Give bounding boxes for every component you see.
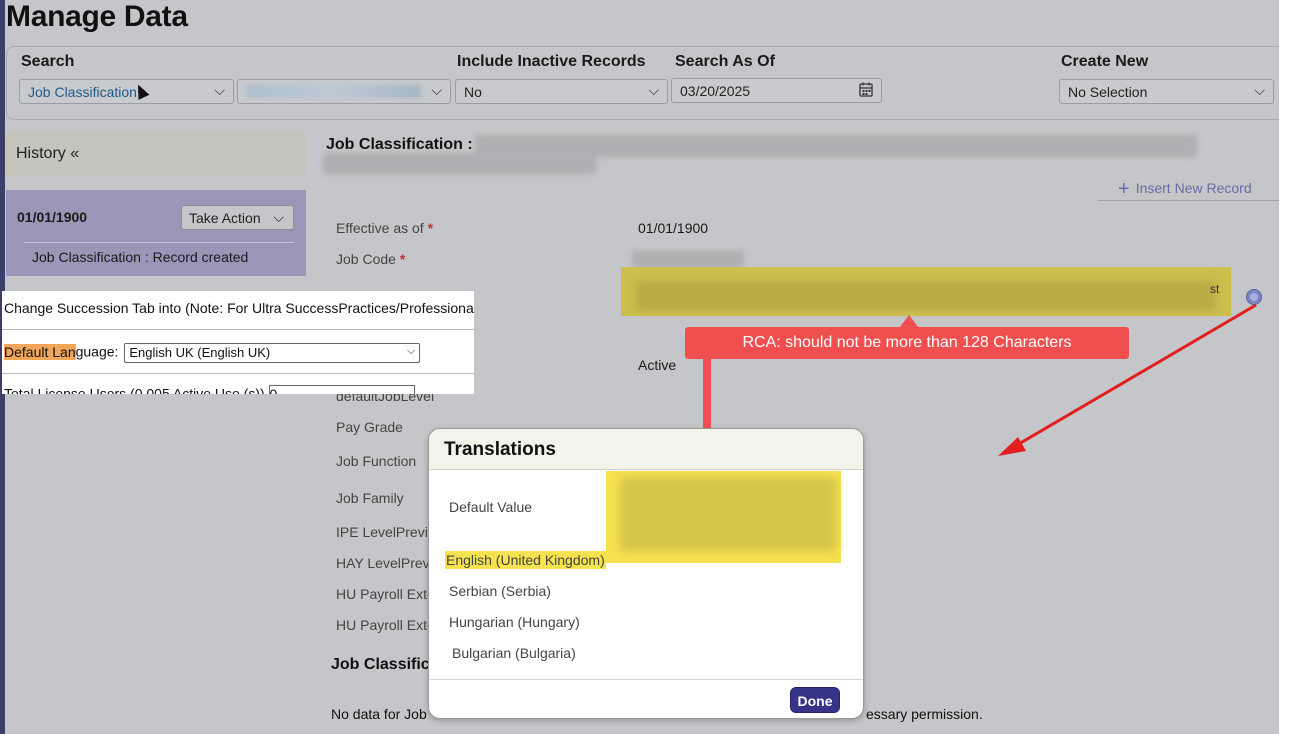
record-search-select[interactable]: ⌵ [237,79,451,104]
license-users-value: 0 [269,386,278,394]
job-function-label: Job Function [336,453,417,469]
language-label: English (United Kingdom) [445,551,606,569]
insert-new-record-link[interactable]: + Insert New Record [1118,178,1252,201]
divider [429,679,863,680]
include-inactive-select[interactable]: No ⌵ [455,79,668,104]
hay-level-label: HAY LevelPrevi [336,555,433,571]
default-value-label: Default Value [449,499,533,515]
language-en-gb[interactable]: English (United Kingdom) [445,551,606,569]
license-users-input[interactable]: 0 [268,385,415,394]
license-users-row: Total License Users (0.005 Active Use (s… [4,385,415,394]
form-header-title: Job Classification : [326,136,473,153]
chevron-down-icon: ⌵ [1254,82,1265,98]
divider [1098,200,1279,201]
redacted-name-value [636,281,1216,311]
ipe-level-label: IPE LevelPrevic [336,524,435,540]
modal-title: Translations [444,439,556,460]
chevron-down-icon: ⌵ [214,82,225,98]
chevron-down-icon: ⌵ [431,82,442,98]
history-record-card[interactable]: 01/01/1900 Take Action ⌵ Job Classificat… [6,190,306,276]
redacted-default-value [620,477,837,551]
pay-grade-label: Pay Grade [336,419,403,435]
default-language-row: Default Language: English UK (English UK… [4,343,421,363]
job-code-label: Job Code * [336,251,405,267]
record-note: Job Classification : Record created [32,249,249,265]
hu-payroll-label-2: HU Payroll Exte [336,617,435,633]
default-language-label: guage: [75,343,119,360]
truncated-text-fragment: st [1210,282,1220,296]
hu-payroll-label: HU Payroll Exte [336,586,435,602]
globe-icon[interactable] [1246,289,1262,305]
record-date: 01/01/1900 [17,209,88,225]
search-bar: Search Job Classification ⌵ ⌵ Include In… [6,46,1279,120]
divider [24,242,294,243]
default-language-select[interactable]: English UK (English UK) ⌵ [124,343,421,363]
language-bg-bg[interactable]: Bulgarian (Bulgaria) [452,645,576,661]
snippet-row-text: Change Succession Tab into (Note: For Ul… [4,300,474,316]
search-as-of-value: 03/20/2025 [680,83,751,99]
section-title: Job Classific [331,656,430,673]
no-data-message-end: essary permission. [866,706,983,722]
create-new-value: No Selection [1068,84,1148,100]
no-data-message: No data for Job [331,706,427,722]
take-action-label: Take Action [189,210,261,226]
redacted-job-code [632,251,744,268]
effective-as-of-text: Effective as of [336,220,424,236]
take-action-button[interactable]: Take Action ⌵ [181,205,294,230]
include-inactive-value: No [464,84,482,100]
create-new-label: Create New [1061,53,1149,70]
job-code-text: Job Code [336,251,396,267]
license-users-label: Total License Users (0.005 Active Use (s… [4,385,265,394]
history-title: History « [16,145,80,162]
job-family-label: Job Family [336,490,404,506]
highlighted-text: Default Lan [4,343,76,360]
redacted-header-value-2 [323,153,596,174]
rca-annotation-callout: RCA: should not be more than 128 Charact… [685,327,1129,359]
divider [2,373,474,374]
chevron-down-icon: ⌵ [648,82,659,98]
modal-header: Translations [429,429,863,470]
divider [2,329,474,330]
effective-as-of-value: 01/01/1900 [638,220,709,236]
effective-as-of-label: Effective as of * [336,220,433,236]
insert-new-record-label: Insert New Record [1135,180,1252,196]
callout-pointer [900,315,918,327]
create-new-select[interactable]: No Selection ⌵ [1059,79,1274,104]
default-language-value: English UK (English UK) [129,345,271,360]
history-panel-header[interactable]: History « [6,131,306,177]
done-button[interactable]: Done [790,687,840,713]
pasted-settings-snippet: Change Succession Tab into (Note: For Ul… [2,291,474,394]
status-value: Active [638,357,677,373]
required-marker: * [399,251,406,267]
include-inactive-label: Include Inactive Records [457,53,646,70]
object-type-select[interactable]: Job Classification ⌵ [19,79,234,104]
chevron-down-icon: ⌵ [273,209,284,225]
plus-icon: + [1118,178,1130,200]
calendar-icon[interactable] [859,82,873,100]
search-as-of-label: Search As Of [675,53,775,70]
translations-modal: Translations Default Value English (Unit… [428,428,864,719]
object-type-value: Job Classification [28,84,137,100]
language-hu-hu[interactable]: Hungarian (Hungary) [449,614,580,630]
page-title: Manage Data [6,0,188,33]
redacted-value [246,85,421,98]
search-as-of-date-field[interactable]: 03/20/2025 [671,78,882,103]
language-sr-rs[interactable]: Serbian (Serbia) [449,583,551,599]
chevron-down-icon: ⌵ [406,345,416,357]
required-marker: * [427,220,434,236]
search-label: Search [21,53,75,70]
